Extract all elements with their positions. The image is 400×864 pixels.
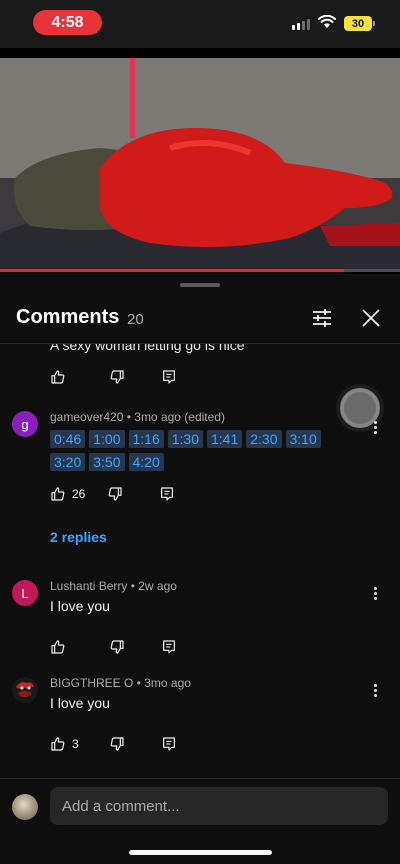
thumbs-down-icon (110, 640, 124, 654)
timestamp-link[interactable]: 1:30 (167, 430, 203, 448)
home-indicator[interactable] (129, 850, 272, 855)
reply-button[interactable] (159, 486, 175, 502)
comment-actions: 3 (50, 734, 177, 754)
comment-author-line[interactable]: Lushanti Berry • 2w ago (50, 579, 177, 593)
timestamp-chips: 0:46 1:00 1:16 1:30 1:41 2:30 3:10 3:20 … (50, 430, 350, 471)
comment-text: I love you (50, 598, 110, 614)
thumbs-up-icon (51, 737, 65, 751)
timestamp-link[interactable]: 3:20 (50, 453, 86, 471)
thumbs-down-icon (110, 370, 124, 384)
user-avatar (12, 794, 38, 820)
comments-header: Comments 20 (0, 294, 400, 344)
view-replies-link[interactable]: 2 replies (50, 529, 107, 545)
status-bar: 4:58 30 (0, 0, 400, 48)
reply-button[interactable] (161, 639, 177, 655)
video-progress-bar[interactable] (0, 269, 400, 272)
like-button[interactable] (50, 369, 66, 385)
reply-icon (163, 370, 175, 384)
thumbs-down-icon (108, 487, 122, 501)
timestamp-link[interactable]: 4:20 (128, 453, 164, 471)
comment-actions: 26 (50, 484, 175, 504)
close-icon[interactable] (359, 306, 383, 330)
comment-author-line[interactable]: gameover420 • 3mo ago (edited) (50, 410, 225, 424)
like-button[interactable]: 26 (50, 486, 85, 502)
add-comment-input[interactable] (50, 787, 388, 825)
drag-handle[interactable] (180, 283, 220, 287)
reply-icon (161, 487, 174, 501)
timestamp-link[interactable]: 2:30 (246, 430, 282, 448)
video-image (0, 58, 400, 270)
add-comment-bar (0, 778, 400, 834)
comment-actions (50, 637, 177, 657)
dislike-button[interactable] (107, 486, 123, 502)
comments-title: Comments (16, 306, 120, 328)
comment-author: gameover420 (50, 410, 124, 424)
comments-count: 20 (127, 311, 144, 328)
dislike-button[interactable] (109, 369, 125, 385)
avatar[interactable]: L (12, 580, 38, 606)
more-options-icon[interactable] (368, 680, 382, 700)
thumbs-up-icon (51, 487, 65, 501)
comments-sheet: Comments 20 A sexy woman letting go is n… (0, 274, 400, 864)
like-count: 26 (72, 487, 86, 501)
comment-age: 2w ago (138, 579, 177, 593)
battery-icon: 30 (344, 16, 372, 31)
reply-icon (162, 737, 175, 751)
reply-icon (163, 640, 175, 654)
comment-age: 3mo ago (edited) (134, 410, 225, 424)
thumbs-down-icon (110, 737, 124, 751)
timestamp-link[interactable]: 0:46 (50, 430, 86, 448)
thumbs-up-icon (51, 370, 65, 384)
like-button[interactable] (50, 639, 66, 655)
comment-author: Lushanti Berry (50, 579, 128, 593)
dislike-button[interactable] (109, 639, 125, 655)
comment-age: 3mo ago (144, 676, 191, 690)
wifi-icon (318, 15, 336, 28)
signal-icon (292, 19, 310, 30)
video-frame[interactable] (0, 58, 400, 270)
sort-filter-icon[interactable] (310, 306, 334, 330)
video-progress-fill (0, 269, 344, 272)
like-button[interactable]: 3 (50, 736, 79, 752)
status-time: 4:58 (33, 10, 102, 35)
timestamp-link[interactable]: 3:10 (285, 430, 321, 448)
more-options-icon[interactable] (368, 583, 382, 603)
comment-actions (50, 367, 177, 387)
timestamp-link[interactable]: 1:41 (207, 430, 243, 448)
comment-text: A sexy woman letting go is nice (50, 344, 245, 353)
timestamp-link[interactable]: 1:16 (128, 430, 164, 448)
timestamp-link[interactable]: 1:00 (89, 430, 125, 448)
reply-button[interactable] (161, 369, 177, 385)
thumbs-up-icon (51, 640, 65, 654)
avatar[interactable] (12, 677, 38, 703)
video-player[interactable] (0, 48, 400, 274)
comment-author-line[interactable]: BIGGTHREE O • 3mo ago (50, 676, 191, 690)
dislike-button[interactable] (109, 736, 125, 752)
reply-button[interactable] (161, 736, 177, 752)
battery-tip (373, 21, 375, 26)
avatar[interactable]: g (12, 411, 38, 437)
comment-author: BIGGTHREE O (50, 676, 134, 690)
comment-text: I love you (50, 695, 110, 711)
touch-indicator (340, 388, 380, 428)
timestamp-link[interactable]: 3:50 (89, 453, 125, 471)
like-count: 3 (72, 737, 79, 751)
